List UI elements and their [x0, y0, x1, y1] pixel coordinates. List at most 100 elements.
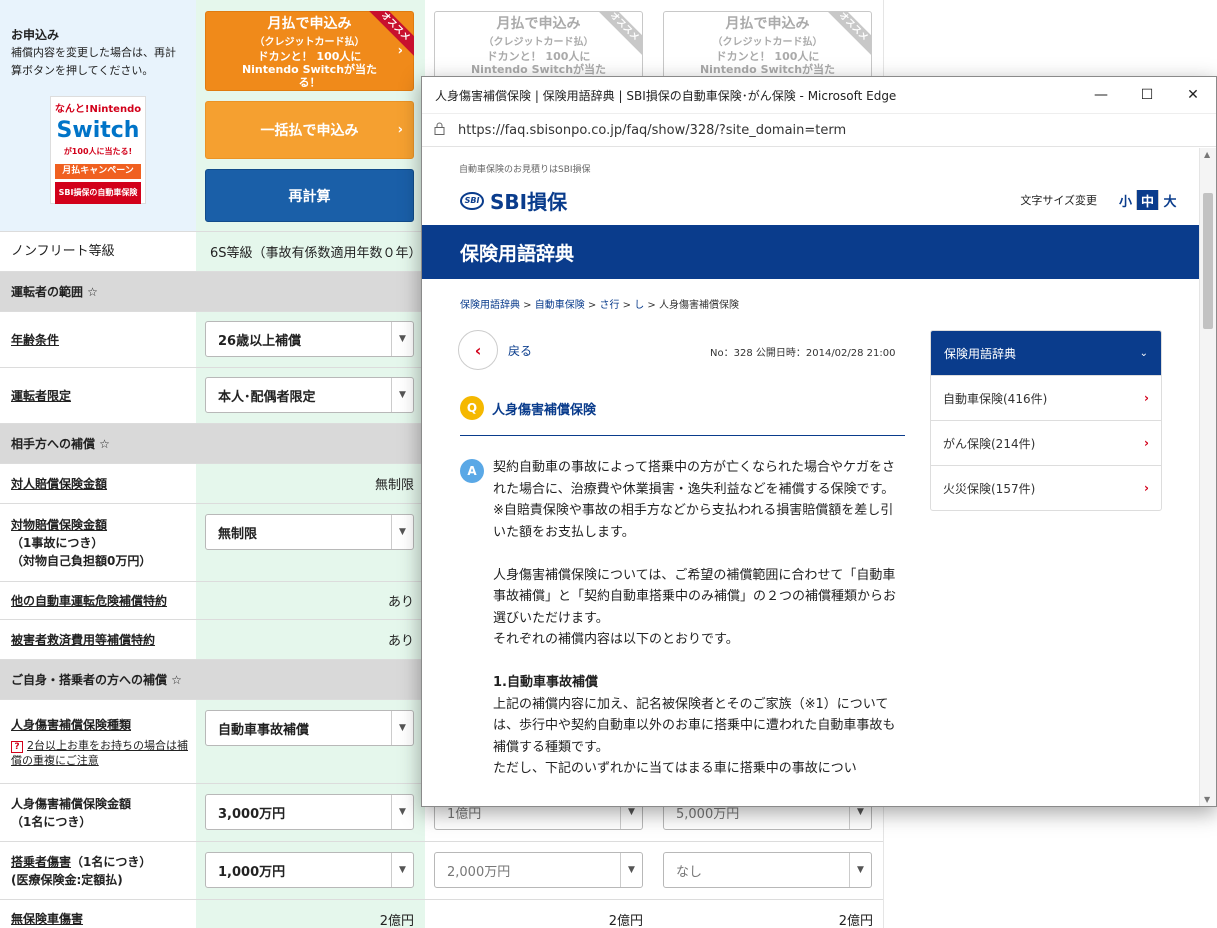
promo-line4: 月払キャンペーン [55, 164, 141, 179]
age-label-text[interactable]: 年齢条件 [11, 331, 196, 349]
scroll-up-icon[interactable]: ▲ [1204, 150, 1210, 159]
recalculate-button[interactable]: 再計算 [205, 169, 414, 222]
maximize-icon[interactable]: ☐ [1124, 77, 1170, 113]
window-titlebar[interactable]: 人身傷害補償保険 | 保険用語辞典 | SBI損保の自動車保険･がん保険 - M… [422, 77, 1216, 113]
property-liability-cell: 無制限 ▼ [196, 504, 425, 581]
monthly-apply-sub: （クレジットカード払） [254, 37, 365, 48]
chevron-down-icon: ▼ [391, 378, 413, 412]
sbi-logo-text: SBI損保 [490, 190, 568, 214]
bodily-liability-label[interactable]: 対人賠償保険金額 [0, 464, 196, 503]
passenger-label-text[interactable]: 搭乗者傷害 [11, 855, 71, 869]
monthly-apply-button[interactable]: 月払で申込み （クレジットカード払） ドカンと！ 100人に Nintendo … [205, 11, 414, 91]
font-size-large-button[interactable]: 大 [1159, 190, 1181, 210]
passenger-plan2-select[interactable]: 2,000万円 ▼ [434, 852, 643, 888]
scroll-down-icon[interactable]: ▼ [1204, 795, 1210, 804]
answer-paragraph: ※自賠責保険や事故の相手方などから支払われる損害賠償額を差し引いた額をお支払しま… [493, 503, 894, 540]
font-size-label: 文字サイズ変更 [1020, 194, 1097, 207]
window-title: 人身傷害補償保険 | 保険用語辞典 | SBI損保の自動車保険･がん保険 - M… [435, 88, 897, 103]
sidebar-item-label: がん保険(214件) [943, 436, 1036, 451]
promo-line5: SBI損保の自動車保険 [55, 182, 141, 204]
other-car-cell: あり [196, 582, 425, 619]
scrollbar-thumb[interactable] [1203, 193, 1213, 329]
breadcrumb-item[interactable]: 保険用語辞典 [460, 300, 520, 311]
monthly-apply-title: 月払で申込み [267, 16, 352, 32]
page-hero-title: 保険用語辞典 [422, 225, 1199, 279]
driver-limit-label-text[interactable]: 運転者限定 [11, 387, 196, 405]
passenger-sub: (医療保険金:定額払) [11, 872, 123, 887]
victim-relief-cell: あり [196, 620, 425, 659]
sidebar-header[interactable]: 保険用語辞典 ⌄ [931, 331, 1161, 375]
chevron-down-icon: ▼ [849, 853, 871, 887]
promo-line2: Switch [56, 118, 140, 143]
passenger-select[interactable]: 1,000万円 ▼ [205, 852, 414, 888]
faq-meta: No：328 公開日時：2014/02/28 21:00 [710, 348, 896, 359]
uninsured-plan3-value: 2億円 [838, 914, 873, 928]
chevron-down-icon: ▼ [620, 853, 642, 887]
close-icon[interactable]: ✕ [1170, 77, 1216, 113]
uninsured-label-text[interactable]: 無保険車傷害 [11, 910, 196, 928]
url-text[interactable]: https://faq.sbisonpo.co.jp/faq/show/328/… [458, 123, 846, 138]
sidebar-item-cancer[interactable]: がん保険(214件) › [931, 420, 1161, 465]
lump-sum-apply-button[interactable]: 一括払で申込み › [205, 101, 414, 159]
uninsured-plan2-value: 2億円 [608, 914, 643, 928]
chevron-down-icon: ▼ [391, 515, 413, 549]
font-size-small-button[interactable]: 小 [1115, 190, 1137, 210]
victim-relief-value: あり [387, 634, 414, 649]
help-icon: ? [11, 740, 23, 753]
divider [460, 435, 905, 436]
property-liability-label-text[interactable]: 対物賠償保険金額 [11, 516, 196, 534]
pi-type-label-text[interactable]: 人身傷害補償保険種類 [11, 716, 196, 734]
pi-type-value: 自動車事故補償 [218, 722, 310, 738]
passenger-label2: （1名につき） [71, 854, 152, 869]
pi-amount-select[interactable]: 3,000万円 ▼ [205, 794, 414, 830]
apply-desc: 補償内容を変更した場合は、再計算ボタンを押してください。 [11, 46, 176, 77]
bodily-liability-value: 無制限 [374, 478, 414, 493]
dictionary-sidebar: 保険用語辞典 ⌄ 自動車保険(416件) › がん保険(214件) › 火災保険(1… [930, 330, 1162, 511]
pi-type-select[interactable]: 自動車事故補償 ▼ [205, 710, 414, 746]
property-liability-select[interactable]: 無制限 ▼ [205, 514, 414, 550]
vertical-scrollbar[interactable]: ▲ ▼ [1199, 148, 1216, 806]
nonfleet-value: 6S等級（事故有係数適用年数０年） [196, 232, 425, 271]
breadcrumb-item[interactable]: し [634, 300, 644, 311]
section-driver-range-label: 運転者の範囲 ☆ [0, 272, 420, 311]
passenger-plan3-select[interactable]: なし ▼ [663, 852, 872, 888]
driver-limit-label[interactable]: 運転者限定 [0, 368, 196, 423]
answer-paragraph: それぞれの補償内容は以下のとおりです。 [493, 632, 739, 647]
campaign-banner[interactable]: なんと!Nintendo Switch が100人に当たる! 月払キャンペーン … [50, 96, 146, 204]
font-size-switcher: 文字サイズ変更 小 中 大 [1020, 190, 1181, 210]
answer-body: 契約自動車の事故によって搭乗中の方が亡くなられた場合やケガをされた場合に、治療費… [493, 457, 905, 780]
minimize-icon[interactable]: — [1078, 77, 1124, 113]
address-bar[interactable]: https://faq.sbisonpo.co.jp/faq/show/328/… [422, 113, 1216, 147]
pi-type-help[interactable]: ? 2台以上お車をお持ちの場合は補償の重複にご注意 [11, 738, 196, 768]
breadcrumb-item[interactable]: さ行 [600, 300, 620, 311]
age-label[interactable]: 年齢条件 [0, 312, 196, 367]
recommend-ribbon-text: オススメ [366, 11, 414, 57]
answer-paragraph: 契約自動車の事故によって搭乗中の方が亡くなられた場合やケガをされた場合に、治療費… [493, 460, 895, 497]
sidebar-item-fire[interactable]: 火災保険(157件) › [931, 465, 1161, 510]
other-car-value: あり [387, 595, 414, 610]
age-select[interactable]: 26歳以上補償 ▼ [205, 321, 414, 357]
pi-type-help-link[interactable]: 2台以上お車をお持ちの場合は補償の重複にご注意 [11, 739, 188, 767]
passenger-plan2-cell: 2,000万円 ▼ [425, 842, 654, 899]
answer-icon: A [460, 459, 484, 483]
pi-amount-label-text: 人身傷害補償保険金額 [11, 796, 132, 811]
breadcrumb-item[interactable]: 自動車保険 [535, 300, 585, 311]
section-self-label: ご自身・搭乗者の方への補償 ☆ [0, 660, 420, 699]
age-select-value: 26歳以上補償 [218, 333, 302, 349]
uninsured-label[interactable]: 無保険車傷害 [0, 900, 196, 928]
sbi-logo[interactable]: SBI SBI損保 [460, 186, 567, 215]
uninsured-row: 無保険車傷害 2億円 2億円 2億円 [0, 900, 883, 928]
property-liability-label[interactable]: 対物賠償保険金額 （1事故につき） （対物自己負担額0万円） [0, 504, 196, 581]
back-button[interactable]: ‹ 戻る [458, 330, 532, 370]
passenger-value: 1,000万円 [218, 864, 286, 880]
sidebar-item-auto[interactable]: 自動車保険(416件) › [931, 375, 1161, 420]
question-text: 人身傷害補償保険 [492, 402, 597, 418]
passenger-label: 搭乗者傷害（1名につき） (医療保険金:定額払) [0, 842, 196, 899]
bodily-liability-label-text[interactable]: 対人賠償保険金額 [11, 475, 196, 493]
property-liability-value: 無制限 [218, 526, 258, 542]
driver-limit-select[interactable]: 本人･配偶者限定 ▼ [205, 377, 414, 413]
plan3-monthly-title: 月払で申込み [725, 16, 810, 32]
sbi-logo-mark: SBI [460, 191, 484, 210]
property-liability-sub2: （対物自己負担額0万円） [11, 553, 152, 568]
font-size-medium-button[interactable]: 中 [1137, 190, 1159, 210]
